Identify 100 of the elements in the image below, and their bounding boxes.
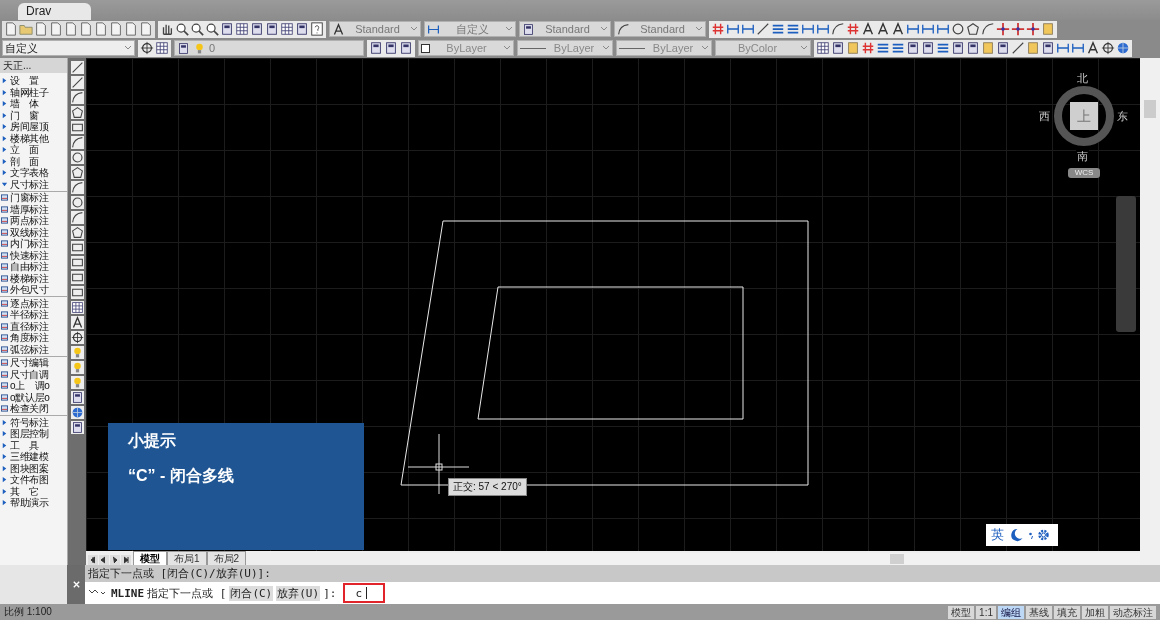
file-icon[interactable] <box>124 22 138 36</box>
panel-icon[interactable] <box>250 22 264 36</box>
tab-scroll-icon[interactable] <box>88 555 98 565</box>
panel-icon[interactable] <box>70 391 84 404</box>
bars-icon[interactable] <box>876 41 890 55</box>
menu-item[interactable]: o上 调o <box>10 380 50 392</box>
arc-icon[interactable] <box>617 22 630 36</box>
panel-icon[interactable] <box>522 22 535 36</box>
dimension-icon[interactable] <box>906 22 920 36</box>
rectangle-icon[interactable] <box>70 121 84 134</box>
menu-item[interactable]: 尺寸编辑 <box>10 357 49 369</box>
file-icon[interactable] <box>64 22 78 36</box>
circle-icon[interactable] <box>951 22 965 36</box>
hash-icon[interactable] <box>861 41 875 55</box>
text-icon[interactable] <box>1086 41 1100 55</box>
hash-icon[interactable] <box>846 22 860 36</box>
menu-item[interactable]: 楼梯标注 <box>10 272 49 284</box>
file-icon[interactable] <box>94 22 108 36</box>
menu-item[interactable]: 文字表格 <box>10 167 49 179</box>
status-toggle[interactable]: 模型 <box>948 605 975 619</box>
grid-icon[interactable] <box>155 41 169 55</box>
file-icon[interactable] <box>79 22 93 36</box>
bars-icon[interactable] <box>786 22 800 36</box>
circle-icon[interactable] <box>70 196 84 209</box>
panel-icon[interactable] <box>220 22 234 36</box>
menu-item[interactable]: 逐点标注 <box>10 297 49 309</box>
menu-item[interactable]: 尺寸标注 <box>10 178 49 190</box>
panel-icon[interactable] <box>265 22 279 36</box>
file-icon[interactable] <box>139 22 153 36</box>
panel-icon[interactable] <box>951 41 965 55</box>
lightbulb-icon[interactable] <box>70 376 84 389</box>
arc-icon[interactable] <box>70 181 84 194</box>
menu-item[interactable]: 帮助演示 <box>10 497 49 509</box>
line-icon[interactable] <box>70 76 84 89</box>
layout-tab[interactable]: 布局1 <box>167 551 207 565</box>
menu-item[interactable]: 角度标注 <box>10 332 49 344</box>
panel-icon[interactable] <box>369 41 383 55</box>
zoom-icon[interactable] <box>175 22 189 36</box>
tab-scroll-icon[interactable] <box>99 555 109 565</box>
menu-item[interactable]: o默认层o <box>10 391 50 403</box>
arc-icon[interactable] <box>831 22 845 36</box>
layout-tab[interactable]: 模型 <box>133 551 167 565</box>
polygon-icon[interactable] <box>70 106 84 119</box>
crosshair-icon[interactable] <box>140 41 154 55</box>
command-option[interactable]: 闭合(C) <box>229 585 274 601</box>
line-icon[interactable] <box>70 61 84 74</box>
text-icon[interactable] <box>876 22 890 36</box>
panel-icon[interactable] <box>177 41 190 55</box>
grid-icon[interactable] <box>235 22 249 36</box>
bars-icon[interactable] <box>771 22 785 36</box>
polygon-icon[interactable] <box>70 166 84 179</box>
menu-item[interactable]: 符号标注 <box>10 416 49 428</box>
menu-item[interactable]: 设 置 <box>10 75 40 87</box>
file-icon[interactable] <box>34 22 48 36</box>
dimension-icon[interactable] <box>1056 41 1070 55</box>
globe-icon[interactable] <box>70 406 84 419</box>
move-icon[interactable] <box>1026 22 1040 36</box>
menu-item[interactable]: 楼梯其他 <box>10 132 49 144</box>
rectangle-icon[interactable] <box>70 271 84 284</box>
polygon-icon[interactable] <box>966 22 980 36</box>
rectangle-icon[interactable] <box>70 241 84 254</box>
grid-icon[interactable] <box>816 41 830 55</box>
text-icon[interactable] <box>332 22 345 36</box>
text-icon[interactable] <box>861 22 875 36</box>
panel-icon[interactable] <box>921 41 935 55</box>
grid-icon[interactable] <box>280 22 294 36</box>
tab-scroll-icon[interactable] <box>110 555 120 565</box>
document-tab[interactable]: Drav <box>18 3 92 20</box>
menu-item[interactable]: 外包尺寸 <box>10 284 49 296</box>
hash-icon[interactable] <box>711 22 725 36</box>
menu-item[interactable]: 文件布图 <box>10 474 49 486</box>
close-icon[interactable] <box>71 580 81 589</box>
bars-icon[interactable] <box>891 41 905 55</box>
panel-icon[interactable] <box>70 421 84 434</box>
menu-item[interactable]: 门 窗 <box>10 109 40 121</box>
file-icon[interactable] <box>109 22 123 36</box>
rectangle-icon[interactable] <box>70 286 84 299</box>
command-input[interactable]: c <box>343 583 386 603</box>
line-icon[interactable] <box>756 22 770 36</box>
arc-icon[interactable] <box>70 211 84 224</box>
settings-icon[interactable] <box>1038 529 1049 541</box>
menu-item[interactable]: 工 具 <box>10 439 40 451</box>
text-icon[interactable] <box>70 316 84 329</box>
vertical-scrollbar[interactable] <box>1140 58 1160 565</box>
scroll-thumb[interactable] <box>890 554 904 564</box>
menu-item[interactable]: 双线标注 <box>10 226 49 238</box>
language-toggle[interactable]: 英 <box>991 527 1004 543</box>
crosshair-icon[interactable] <box>1101 41 1115 55</box>
arc-icon[interactable] <box>981 22 995 36</box>
dropdown[interactable]: 自定义 <box>2 40 135 56</box>
move-icon[interactable] <box>996 22 1010 36</box>
zoom-icon[interactable] <box>205 22 219 36</box>
drawing-canvas[interactable]: 正交: 57 < 270° 北 西 上 东 南 WCS 小提示 “C” - 闭合多线 英 <box>86 58 1140 551</box>
menu-item[interactable]: 图层控制 <box>10 428 49 440</box>
menu-item[interactable]: 两点标注 <box>10 215 49 227</box>
dimension-icon[interactable] <box>816 22 830 36</box>
status-toggle[interactable]: 填充 <box>1054 605 1080 619</box>
polygon-icon[interactable] <box>70 226 84 239</box>
menu-item[interactable]: 弧弦标注 <box>10 343 49 355</box>
command-option[interactable]: 放弃(U) <box>276 585 321 601</box>
